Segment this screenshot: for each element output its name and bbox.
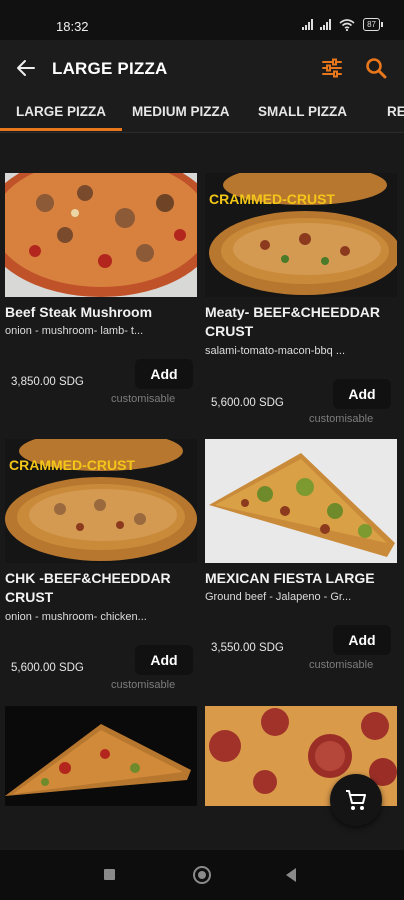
product-name: MEXICAN FIESTA LARGE <box>205 570 375 586</box>
cart-icon <box>346 790 366 810</box>
product-card[interactable]: MEXICAN FIESTA LARGE Ground beef - Jalap… <box>205 439 397 679</box>
add-button[interactable]: Add <box>333 379 391 409</box>
product-card[interactable]: CRAMMED-CRUST CHK -BEEF&CHEEDDAR CRUST o… <box>5 439 197 699</box>
wifi-icon <box>339 18 355 31</box>
crammed-crust-label: CRAMMED-CRUST <box>9 457 135 473</box>
pizza-photo <box>5 173 197 297</box>
recent-apps-button[interactable] <box>104 869 115 880</box>
product-price: 5,600.00 SDG <box>211 397 284 409</box>
product-price: 5,600.00 SDG <box>11 662 84 674</box>
tab-large-pizza[interactable]: LARGE PIZZA <box>16 104 106 119</box>
product-description: Ground beef - Jalapeno - Gr... <box>205 591 352 603</box>
tab-medium-pizza[interactable]: MEDIUM PIZZA <box>132 104 230 119</box>
product-description: onion - mushroom- chicken... <box>5 611 147 623</box>
customisable-label: customisable <box>111 679 176 691</box>
product-name: Meaty- BEEF&CHEEDDAR CRUST <box>205 304 381 339</box>
product-description: salami-tomato-macon-bbq ... <box>205 345 345 357</box>
product-description: onion - mushroom- lamb- t... <box>5 325 144 337</box>
customisable-label: customisable <box>111 393 176 405</box>
product-name: CHK -BEEF&CHEEDDAR CRUST <box>5 570 171 605</box>
crammed-crust-label: CRAMMED-CRUST <box>209 191 335 207</box>
signal-icon <box>302 19 314 30</box>
battery-level: 87 <box>367 20 376 29</box>
battery-icon: 87 <box>363 18 383 31</box>
search-button[interactable] <box>364 56 388 80</box>
product-price: 3,550.00 SDG <box>211 642 284 654</box>
system-nav-bar <box>0 850 404 900</box>
product-name: Beef Steak Mushroom <box>5 304 153 320</box>
customisable-label: customisable <box>309 413 374 425</box>
pizza-photo: CRAMMED-CRUST <box>5 439 197 563</box>
add-button[interactable]: Add <box>333 625 391 655</box>
back-button[interactable] <box>14 56 38 80</box>
pizza-slice-photo <box>5 706 197 806</box>
tab-small-pizza[interactable]: SMALL PIZZA <box>258 104 347 119</box>
tab-indicator <box>0 128 122 131</box>
category-tabs: LARGE PIZZA MEDIUM PIZZA SMALL PIZZA RE <box>0 96 404 132</box>
system-back-button[interactable] <box>286 868 296 882</box>
signal-icon <box>320 19 332 30</box>
cart-button[interactable] <box>330 774 382 826</box>
product-card[interactable]: Beef Steak Mushroom onion - mushroom- la… <box>5 173 197 423</box>
product-card[interactable]: CRAMMED-CRUST Meaty- BEEF&CHEEDDAR CRUST… <box>205 173 397 433</box>
filter-button[interactable] <box>320 56 344 80</box>
home-button[interactable] <box>193 866 211 884</box>
product-price: 3,850.00 SDG <box>11 376 84 388</box>
page-title: LARGE PIZZA <box>52 59 168 78</box>
customisable-label: customisable <box>309 659 374 671</box>
arrow-left-icon <box>17 60 35 76</box>
status-icons: 87 <box>302 18 383 31</box>
tab-next[interactable]: RE <box>387 104 404 119</box>
sliders-icon <box>322 58 342 78</box>
pizza-slice-photo <box>205 439 397 563</box>
status-bar: 18:32 87 <box>0 0 404 40</box>
add-button[interactable]: Add <box>135 359 193 389</box>
add-button[interactable]: Add <box>135 645 193 675</box>
search-icon <box>366 58 387 79</box>
product-card[interactable] <box>5 706 197 806</box>
status-time: 18:32 <box>56 19 89 34</box>
pizza-photo: CRAMMED-CRUST <box>205 173 397 297</box>
app-bar: LARGE PIZZA <box>0 40 404 96</box>
